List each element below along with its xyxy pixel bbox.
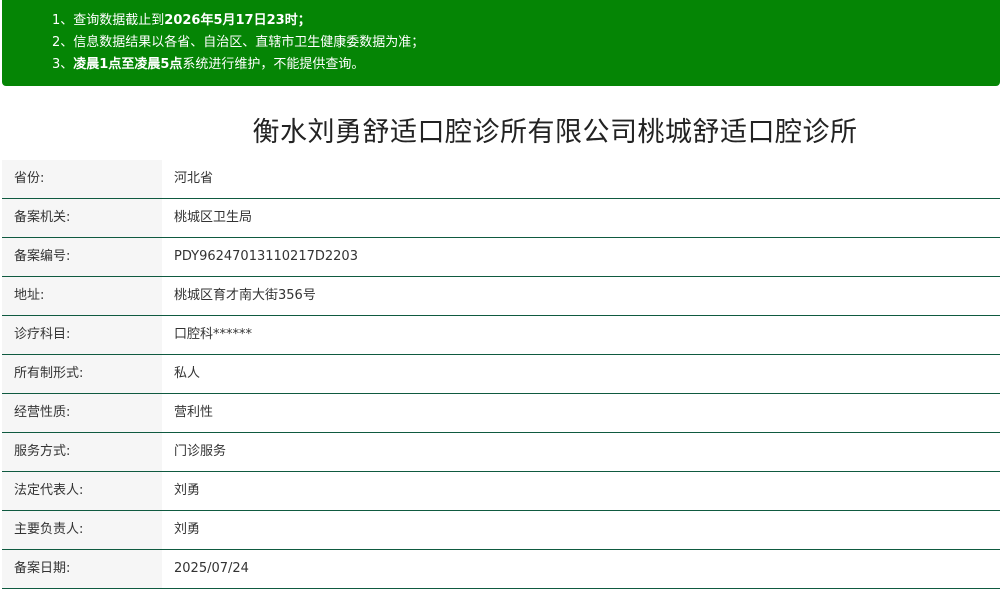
info-value: 河北省	[174, 171, 214, 186]
info-value: 门诊服务	[174, 444, 227, 459]
info-label: 所有制形式:	[2, 355, 162, 393]
info-row-record-date: 备案日期: 2025/07/24	[2, 550, 1000, 589]
notice-line-3-time: 凌晨1点至凌晨5点	[73, 57, 183, 72]
info-label: 诊疗科目:	[2, 316, 162, 354]
notice-line-1: 1、查询数据截止到2026年5月17日23时；	[52, 10, 1000, 32]
info-label: 备案编号:	[2, 238, 162, 276]
info-label: 法定代表人:	[2, 472, 162, 510]
info-row-service-mode: 服务方式: 门诊服务	[2, 433, 1000, 472]
info-value: PDY96247013110217D2203	[174, 249, 358, 264]
info-row-address: 地址: 桃城区育才南大街356号	[2, 277, 1000, 316]
info-row-record-number: 备案编号: PDY96247013110217D2203	[2, 238, 1000, 277]
info-row-authority: 备案机关: 桃城区卫生局	[2, 199, 1000, 238]
info-row-business-nature: 经营性质: 营利性	[2, 394, 1000, 433]
info-label: 经营性质:	[2, 394, 162, 432]
info-row-province: 省份: 河北省	[2, 160, 1000, 199]
info-value: 刘勇	[174, 483, 201, 498]
notice-line-3-prefix: 3、	[52, 57, 74, 72]
info-row-ownership: 所有制形式: 私人	[2, 355, 1000, 394]
info-value: 营利性	[174, 405, 214, 420]
page-title: 衡水刘勇舒适口腔诊所有限公司桃城舒适口腔诊所	[252, 117, 858, 148]
info-row-departments: 诊疗科目: 口腔科******	[2, 316, 1000, 355]
info-label: 服务方式:	[2, 433, 162, 471]
notice-line-1-suffix: ；	[297, 13, 311, 28]
notice-line-3: 3、凌晨1点至凌晨5点系统进行维护，不能提供查询。	[52, 54, 1000, 76]
notice-line-1-date: 2026年5月17日23时	[164, 13, 298, 28]
info-label: 备案机关:	[2, 199, 162, 237]
notice-line-1-prefix: 1、查询数据截止到	[52, 13, 165, 28]
info-row-legal-representative: 法定代表人: 刘勇	[2, 472, 1000, 511]
info-value: 刘勇	[174, 522, 201, 537]
info-value: 私人	[174, 366, 201, 381]
notice-line-3-suffix: 系统进行维护，不能提供查询。	[182, 57, 365, 72]
info-table: 省份: 河北省 备案机关: 桃城区卫生局 备案编号: PDY9624701311…	[2, 160, 1000, 589]
info-label: 主要负责人:	[2, 511, 162, 549]
info-label: 备案日期:	[2, 550, 162, 588]
info-value: 桃城区卫生局	[174, 210, 253, 225]
info-label: 省份:	[2, 160, 162, 198]
info-value: 2025/07/24	[174, 561, 249, 576]
notice-banner: 1、查询数据截止到2026年5月17日23时； 2、信息数据结果以各省、自治区、…	[2, 0, 1000, 86]
notice-line-2: 2、信息数据结果以各省、自治区、直辖市卫生健康委数据为准；	[52, 35, 425, 50]
info-value: 口腔科******	[174, 327, 253, 342]
info-label: 地址:	[2, 277, 162, 315]
info-row-principal: 主要负责人: 刘勇	[2, 511, 1000, 550]
info-value: 桃城区育才南大街356号	[174, 288, 316, 303]
